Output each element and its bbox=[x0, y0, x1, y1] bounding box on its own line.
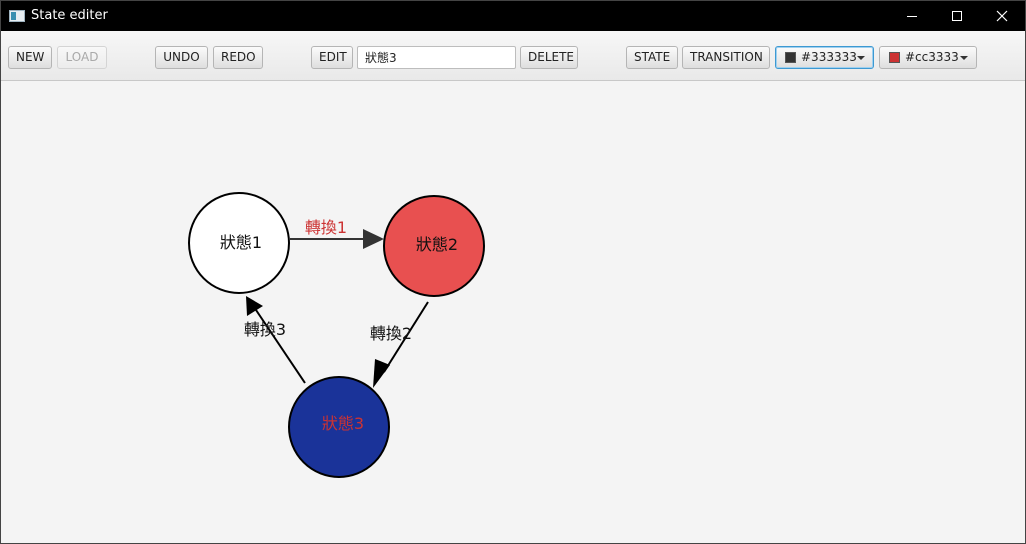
transition-button[interactable]: TRANSITION bbox=[682, 46, 770, 69]
edit-button[interactable]: EDIT bbox=[311, 46, 353, 69]
name-input[interactable] bbox=[357, 46, 516, 69]
minimize-icon bbox=[907, 16, 917, 17]
stroke-color-value: #333333 bbox=[801, 50, 857, 64]
graph-canvas[interactable]: 轉換1 轉換2 轉換3 狀態1 狀態2 狀態3 bbox=[1, 82, 1025, 543]
state-button[interactable]: STATE bbox=[626, 46, 678, 69]
delete-button[interactable]: DELETE bbox=[520, 46, 578, 69]
state-editor-window: State editer NEW LOAD UNDO REDO EDIT DEL… bbox=[0, 0, 1026, 544]
chevron-down-icon bbox=[857, 56, 865, 60]
stroke-color-swatch bbox=[785, 52, 796, 63]
title-bar[interactable]: State editer bbox=[1, 1, 1025, 31]
transition-3[interactable]: 轉換3 bbox=[244, 296, 306, 384]
text-color-swatch bbox=[889, 52, 900, 63]
transition-3-label[interactable]: 轉換3 bbox=[244, 320, 286, 339]
transition-2-label[interactable]: 轉換2 bbox=[370, 324, 412, 343]
app-icon bbox=[9, 10, 25, 22]
transition-1[interactable]: 轉換1 bbox=[290, 218, 384, 249]
state-graph: 轉換1 轉換2 轉換3 狀態1 狀態2 狀態3 bbox=[188, 192, 485, 478]
maximize-icon bbox=[952, 11, 962, 21]
undo-button[interactable]: UNDO bbox=[155, 46, 208, 69]
load-button[interactable]: LOAD bbox=[57, 46, 107, 69]
toolbar: NEW LOAD UNDO REDO EDIT DELETE STATE TRA… bbox=[1, 31, 1025, 81]
maximize-button[interactable] bbox=[934, 1, 980, 31]
redo-button[interactable]: REDO bbox=[213, 46, 263, 69]
transition-2[interactable]: 轉換2 bbox=[370, 301, 429, 388]
transition-1-arrowhead bbox=[363, 229, 384, 249]
state-node-3[interactable]: 狀態3 bbox=[288, 376, 390, 478]
minimize-button[interactable] bbox=[889, 1, 935, 31]
chevron-down-icon bbox=[960, 56, 968, 60]
close-button[interactable] bbox=[979, 1, 1025, 31]
state-2-label: 狀態2 bbox=[416, 235, 458, 254]
new-button[interactable]: NEW bbox=[8, 46, 52, 69]
stroke-color-picker[interactable]: #333333 bbox=[775, 46, 874, 69]
text-color-value: #cc3333 bbox=[905, 50, 959, 64]
state-1-label: 狀態1 bbox=[220, 233, 262, 252]
transition-2-arrowhead bbox=[373, 359, 390, 388]
text-color-picker[interactable]: #cc3333 bbox=[879, 46, 977, 69]
state-node-2[interactable]: 狀態2 bbox=[383, 195, 485, 297]
transition-3-arrowhead bbox=[246, 296, 263, 316]
window-title: State editer bbox=[31, 8, 108, 23]
transition-1-label[interactable]: 轉換1 bbox=[305, 218, 347, 237]
state-3-label: 狀態3 bbox=[322, 414, 364, 433]
state-node-1[interactable]: 狀態1 bbox=[188, 192, 290, 294]
close-icon bbox=[996, 10, 1008, 22]
